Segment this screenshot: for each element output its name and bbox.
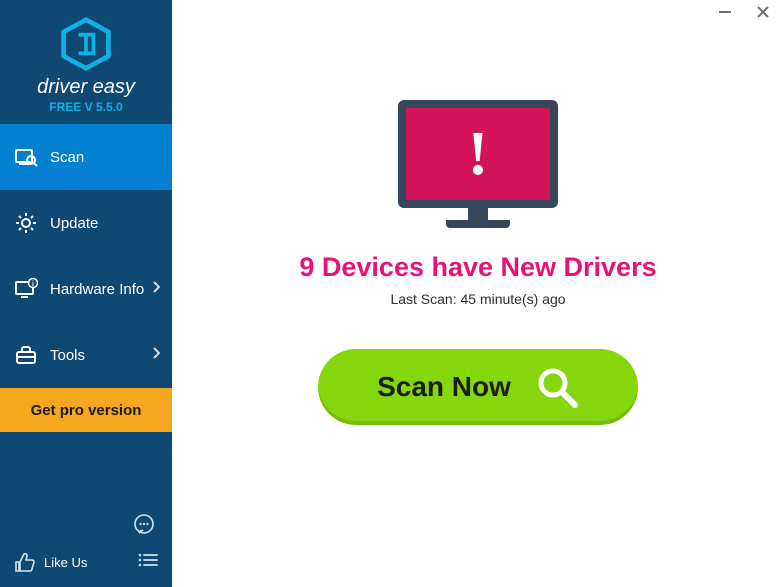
hero: ! 9 Devices have New Drivers Last Scan: … — [172, 0, 784, 425]
monitor-info-icon: i — [14, 277, 38, 301]
nav-scan-label: Scan — [50, 149, 84, 166]
sidebar: driver easy FREE V 5.5.0 Scan Update i H… — [0, 0, 172, 587]
nav-hardware-info[interactable]: i Hardware Info — [0, 256, 172, 322]
feedback-button[interactable] — [128, 512, 156, 541]
minimize-button[interactable] — [716, 4, 734, 22]
chevron-right-icon — [152, 346, 160, 364]
last-scan-label: Last Scan: 45 minute(s) ago — [390, 291, 565, 307]
magnifier-icon — [535, 365, 579, 409]
nav-update[interactable]: Update — [0, 190, 172, 256]
status-headline: 9 Devices have New Drivers — [299, 252, 656, 283]
chevron-right-icon — [152, 280, 160, 298]
monitor-alert-icon: ! — [398, 100, 558, 228]
bottom-bar: Like Us — [0, 538, 172, 587]
menu-button[interactable] — [132, 548, 160, 577]
window-controls — [716, 4, 772, 22]
scan-now-button[interactable]: Scan Now — [318, 349, 638, 425]
close-button[interactable] — [754, 4, 772, 22]
nav-tools-label: Tools — [50, 347, 85, 364]
nav-update-label: Update — [50, 215, 98, 232]
nav-scan[interactable]: Scan — [0, 124, 172, 190]
nav-tools[interactable]: Tools — [0, 322, 172, 388]
logo-icon — [58, 16, 114, 72]
nav-pro-label: Get pro version — [31, 402, 142, 419]
version-number: 5.5.0 — [96, 100, 123, 114]
logo-area: driver easy FREE V 5.5.0 — [0, 0, 172, 124]
nav-hardware-label: Hardware Info — [50, 281, 144, 298]
nav-get-pro[interactable]: Get pro version — [0, 388, 172, 432]
gear-icon — [14, 211, 38, 235]
main-content: ! 9 Devices have New Drivers Last Scan: … — [172, 0, 784, 587]
like-us-button[interactable]: Like Us — [44, 555, 124, 570]
scan-now-label: Scan Now — [377, 371, 511, 403]
nav: Scan Update i Hardware Info Tools — [0, 124, 172, 538]
scan-icon — [14, 145, 38, 169]
thumbs-up-icon — [12, 551, 36, 575]
toolbox-icon — [14, 343, 38, 367]
svg-text:i: i — [32, 281, 34, 288]
version-label: FREE V 5.5.0 — [0, 100, 172, 114]
exclaim-icon: ! — [468, 119, 489, 190]
brand-name: driver easy — [0, 76, 172, 99]
version-prefix: FREE V — [49, 100, 96, 114]
